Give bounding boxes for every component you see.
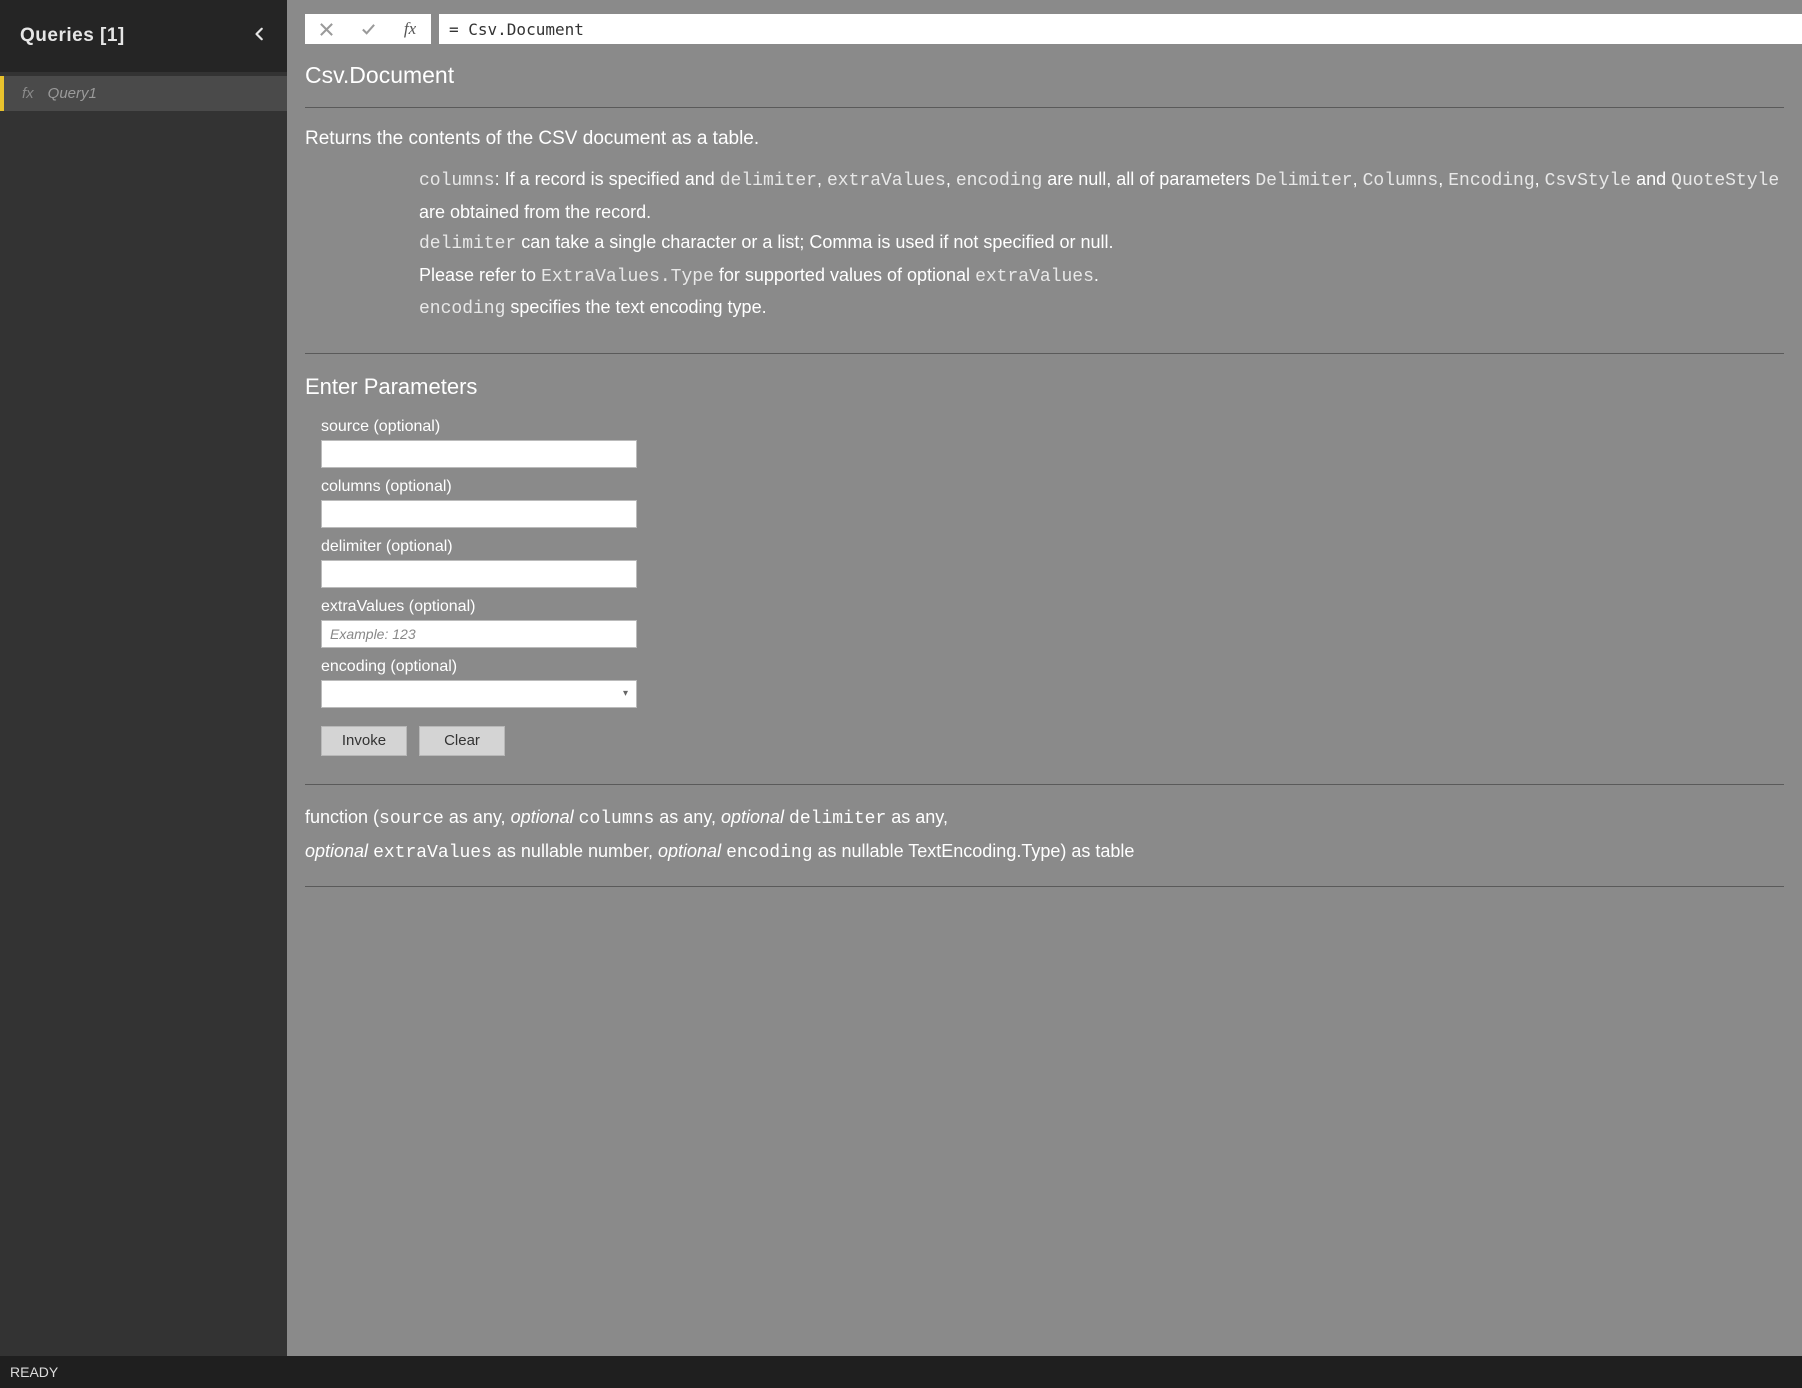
doc-text: and — [1631, 169, 1671, 189]
doc-area: Csv.Document Returns the contents of the… — [287, 62, 1802, 1356]
sig-text: as nullable number, — [492, 841, 658, 861]
checkmark-icon — [361, 22, 376, 37]
doc-token: columns — [419, 171, 495, 191]
doc-text: can take a single character or a list; C… — [516, 232, 1113, 252]
doc-text: , — [1535, 169, 1545, 189]
doc-token: encoding — [419, 299, 505, 319]
param-label: encoding (optional) — [321, 658, 1784, 676]
sig-token: source — [379, 809, 444, 829]
query-item[interactable]: fx Query1 — [0, 76, 287, 111]
doc-text: are null, all of parameters — [1042, 169, 1255, 189]
sig-token: columns — [579, 809, 655, 829]
sig-text: as any, — [654, 807, 721, 827]
sig-ital: optional — [658, 841, 721, 861]
query-name: Query1 — [48, 85, 97, 102]
sig-token: delimiter — [789, 809, 886, 829]
fx-icon: fx — [22, 85, 34, 102]
sig-token: extraValues — [373, 843, 492, 863]
doc-token: encoding — [956, 171, 1042, 191]
param-delimiter: delimiter (optional) — [321, 538, 1784, 588]
param-label: source (optional) — [321, 418, 1784, 436]
doc-text: , — [946, 169, 956, 189]
button-row: Invoke Clear — [321, 726, 1784, 756]
param-label: delimiter (optional) — [321, 538, 1784, 556]
status-text: READY — [10, 1364, 58, 1380]
sig-token: encoding — [726, 843, 812, 863]
content-panel: fx Csv.Document Returns the contents of … — [287, 0, 1802, 1356]
sig-text: as any, — [444, 807, 511, 827]
doc-token: delimiter — [419, 234, 516, 254]
close-icon — [319, 22, 334, 37]
doc-summary: Returns the contents of the CSV document… — [305, 108, 1784, 164]
param-extravalues: extraValues (optional) — [321, 598, 1784, 648]
param-input-delimiter[interactable] — [321, 560, 637, 588]
doc-text: are obtained from the record. — [419, 202, 651, 222]
sig-ital: optional — [305, 841, 368, 861]
param-input-columns[interactable] — [321, 500, 637, 528]
doc-token: Encoding — [1448, 171, 1534, 191]
param-columns: columns (optional) — [321, 478, 1784, 528]
sig-ital: optional — [511, 807, 574, 827]
doc-text: . — [1094, 265, 1099, 285]
params-title: Enter Parameters — [305, 354, 1784, 418]
clear-button[interactable]: Clear — [419, 726, 505, 756]
doc-token: extraValues — [827, 171, 946, 191]
param-label: columns (optional) — [321, 478, 1784, 496]
doc-token: QuoteStyle — [1671, 171, 1779, 191]
fx-label: fx — [389, 14, 431, 44]
param-label: extraValues (optional) — [321, 598, 1784, 616]
doc-title: Csv.Document — [305, 62, 1784, 108]
chevron-left-icon — [253, 27, 267, 41]
doc-token: delimiter — [720, 171, 817, 191]
doc-token: Columns — [1363, 171, 1439, 191]
doc-text: for supported values of optional — [714, 265, 975, 285]
param-input-extravalues[interactable] — [321, 620, 637, 648]
queries-sidebar: Queries [1] fx Query1 — [0, 0, 287, 1356]
doc-token: CsvStyle — [1545, 171, 1631, 191]
chevron-down-icon: ▾ — [623, 688, 628, 699]
formula-input[interactable] — [439, 14, 1802, 44]
sig-text: function ( — [305, 807, 379, 827]
doc-token: Delimiter — [1255, 171, 1352, 191]
sidebar-title: Queries [1] — [20, 25, 125, 47]
formula-bar: fx — [305, 14, 1802, 44]
sidebar-header: Queries [1] — [0, 0, 287, 72]
function-signature: function (source as any, optional column… — [305, 784, 1784, 887]
doc-token: extraValues — [975, 267, 1094, 287]
doc-text: , — [817, 169, 827, 189]
param-encoding: encoding (optional) ▾ — [321, 658, 1784, 708]
doc-text: , — [1353, 169, 1363, 189]
sidebar-collapse-button[interactable] — [253, 27, 267, 46]
param-source: source (optional) — [321, 418, 1784, 468]
doc-text: : If a record is specified and — [495, 169, 720, 189]
doc-text: specifies the text encoding type. — [505, 297, 766, 317]
doc-details: columns: If a record is specified and de… — [305, 164, 1784, 353]
doc-token: ExtraValues.Type — [541, 267, 714, 287]
formula-controls: fx — [305, 14, 431, 44]
doc-text: , — [1438, 169, 1448, 189]
invoke-button[interactable]: Invoke — [321, 726, 407, 756]
param-select-encoding[interactable]: ▾ — [321, 680, 637, 708]
formula-commit-button[interactable] — [347, 14, 389, 44]
doc-text: Please refer to — [419, 265, 541, 285]
sig-text: as nullable TextEncoding.Type) as table — [813, 841, 1135, 861]
sig-text: as any, — [886, 807, 948, 827]
param-input-source[interactable] — [321, 440, 637, 468]
sig-ital: optional — [721, 807, 784, 827]
formula-cancel-button[interactable] — [305, 14, 347, 44]
status-bar: READY — [0, 1356, 1802, 1388]
